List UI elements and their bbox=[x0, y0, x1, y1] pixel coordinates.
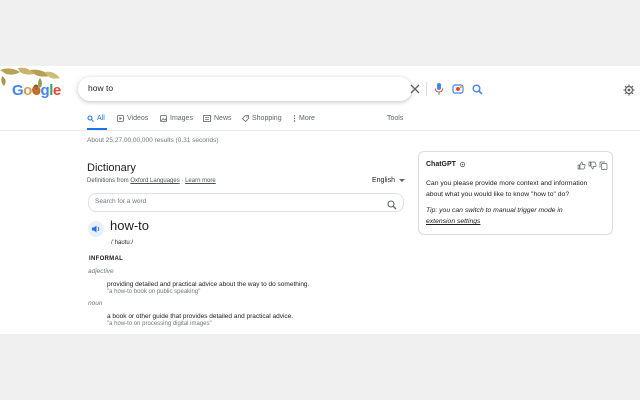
tab-images[interactable]: Images bbox=[160, 115, 193, 122]
clear-icon[interactable] bbox=[408, 82, 422, 96]
copy-icon[interactable] bbox=[599, 161, 608, 170]
example-2: "a how-to on processing digital images" bbox=[107, 321, 212, 327]
chatgpt-title: ChatGPT bbox=[426, 161, 466, 168]
tab-shopping-label: Shopping bbox=[252, 115, 282, 122]
search-icon[interactable] bbox=[470, 82, 484, 96]
tab-more[interactable]: More bbox=[293, 115, 315, 122]
tools-button[interactable]: Tools bbox=[387, 115, 403, 122]
tab-videos[interactable]: Videos bbox=[117, 115, 148, 122]
pronunciation-speaker-button[interactable] bbox=[88, 221, 104, 237]
microphone-icon[interactable] bbox=[432, 82, 446, 96]
search-icon bbox=[87, 115, 94, 122]
chevron-down-icon bbox=[398, 178, 405, 182]
result-stats: About 25,27,00,00,000 results (0.31 seco… bbox=[87, 137, 219, 144]
more-icon bbox=[293, 115, 296, 122]
news-icon bbox=[203, 115, 211, 122]
language-label: English bbox=[372, 177, 395, 184]
chatgpt-message: Can you please provide more context and … bbox=[426, 180, 588, 198]
gear-icon[interactable] bbox=[459, 161, 466, 168]
tab-more-label: More bbox=[299, 115, 315, 122]
learn-more-link[interactable]: Learn more bbox=[185, 178, 216, 184]
dictionary-title: Dictionary bbox=[87, 162, 136, 174]
register-label: INFORMAL bbox=[89, 256, 124, 262]
searchbox-divider bbox=[426, 82, 427, 96]
tab-news-label: News bbox=[214, 115, 232, 122]
search-box[interactable]: how to bbox=[78, 77, 483, 101]
tab-videos-label: Videos bbox=[127, 115, 149, 122]
word-search-input[interactable]: Search for a word bbox=[95, 198, 146, 205]
play-icon bbox=[117, 115, 124, 122]
tab-news[interactable]: News bbox=[203, 115, 232, 122]
definition-1: providing detailed and practical advice … bbox=[107, 281, 310, 288]
search-tabs: All Videos Images News Shopping More Too… bbox=[87, 115, 417, 129]
language-select[interactable]: English bbox=[372, 177, 405, 184]
search-results-page: Google how to All Videos Images News Sho… bbox=[0, 66, 640, 334]
oxford-languages-link[interactable]: Oxford Languages bbox=[130, 178, 179, 184]
settings-gear-icon[interactable] bbox=[623, 83, 637, 97]
phonetic: /ˈhaʊtuː/ bbox=[111, 240, 134, 246]
headword: how-to bbox=[110, 218, 150, 233]
tools-label: Tools bbox=[387, 115, 404, 122]
tab-all[interactable]: All bbox=[87, 115, 105, 122]
thumbs-down-icon[interactable] bbox=[588, 161, 597, 170]
definition-2: a book or other guide that provides deta… bbox=[107, 313, 294, 320]
extension-settings-link[interactable]: extension settings bbox=[426, 218, 480, 225]
chatgpt-title-label: ChatGPT bbox=[426, 161, 456, 168]
google-doodle-logo[interactable]: Google bbox=[0, 66, 62, 108]
chatgpt-actions bbox=[577, 161, 608, 170]
camera-lens-icon[interactable] bbox=[451, 82, 465, 96]
chatgpt-tip-text: Tip: you can switch to manual trigger mo… bbox=[426, 207, 563, 214]
tab-all-label: All bbox=[97, 115, 105, 122]
chatgpt-tip: Tip: you can switch to manual trigger mo… bbox=[426, 205, 606, 227]
image-icon bbox=[160, 115, 167, 122]
part-of-speech-adjective: adjective bbox=[88, 268, 114, 275]
tab-shopping[interactable]: Shopping bbox=[242, 115, 282, 122]
speaker-icon bbox=[91, 225, 99, 233]
source-separator: · bbox=[181, 178, 184, 184]
example-1: "a how-to book on public speaking" bbox=[107, 289, 201, 295]
tag-icon bbox=[242, 115, 249, 122]
logo-text: Google bbox=[12, 82, 61, 99]
search-input[interactable]: how to bbox=[88, 83, 113, 93]
search-icon[interactable] bbox=[387, 197, 397, 215]
definitions-from-label: Definitions from bbox=[87, 178, 129, 184]
dictionary-source: Definitions from Oxford Languages · Lear… bbox=[87, 178, 216, 184]
thumbs-up-icon[interactable] bbox=[577, 161, 586, 170]
word-search-box[interactable]: Search for a word bbox=[88, 193, 404, 212]
tabs-divider bbox=[0, 130, 640, 131]
part-of-speech-noun: noun bbox=[88, 300, 103, 307]
chatgpt-panel: ChatGPT Can you please provide more cont… bbox=[418, 151, 613, 235]
tab-images-label: Images bbox=[170, 115, 193, 122]
